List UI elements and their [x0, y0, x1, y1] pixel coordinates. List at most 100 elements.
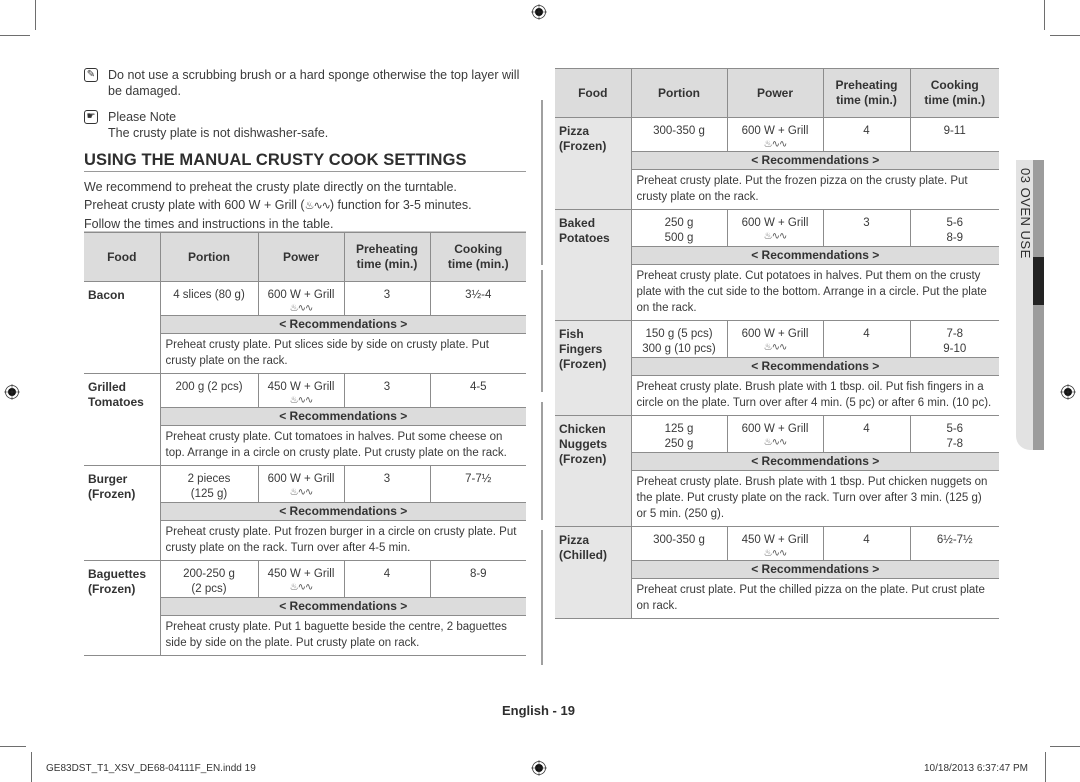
header-preheating: Preheating time (min.)	[822, 68, 910, 118]
portion-cell: 150 g (5 pcs) 300 g (10 pcs)	[630, 320, 727, 358]
recommendations-text: Preheat crust plate. Put the chilled piz…	[630, 578, 999, 619]
portion-cell: 300-350 g	[630, 117, 727, 152]
power-cell: 450 W + Grill ♨∿∿	[257, 373, 344, 408]
table-row: Fish Fingers (Frozen) 150 g (5 pcs) 300 g (…	[555, 320, 999, 416]
preheat-cell: 4	[822, 415, 910, 453]
crop-mark	[31, 752, 32, 782]
grill-icon: ♨∿∿	[289, 303, 314, 314]
table-header-row: Food Portion Power Preheating time (min.)…	[555, 68, 999, 118]
intro-line: We recommend to preheat the crusty plate…	[84, 180, 457, 194]
grill-icon: ♨∿∿	[289, 395, 314, 406]
cooking-table-left: Food Portion Power Preheating time (min.)…	[84, 232, 526, 656]
crop-mark	[0, 746, 26, 747]
food-name: Pizza (Chilled)	[555, 526, 631, 619]
food-name: Baked Potatoes	[555, 209, 631, 321]
grill-icon: ♨∿∿	[763, 139, 788, 150]
warning-note-text: Do not use a scrubbing brush or a hard s…	[108, 68, 520, 98]
page-number: English - 19	[502, 703, 575, 718]
preheat-cell: 3	[343, 281, 430, 316]
please-note-text: The crusty plate is not dishwasher-safe.	[108, 126, 329, 140]
table-row: Pizza (Chilled) 300-350 g 450 W + Grill ♨∿…	[555, 526, 999, 619]
preheat-cell: 3	[822, 209, 910, 247]
table-row: Baguettes (Frozen) 200-250 g (2 pcs) 450 W…	[84, 560, 526, 656]
food-name: Bacon	[84, 281, 160, 374]
cooking-cell: 5-6 8-9	[909, 209, 999, 247]
recommendations-text: Preheat crusty plate. Cut tomatoes in ha…	[159, 425, 526, 466]
table-row: Bacon 4 slices (80 g) 600 W + Grill ♨∿∿ 3…	[84, 281, 526, 374]
header-power: Power	[726, 68, 823, 118]
food-name: Grilled Tomatoes	[84, 373, 160, 466]
header-cooking: Cooking time (min.)	[909, 68, 999, 118]
table-row: Baked Potatoes 250 g 500 g 600 W + Grill ♨∿…	[555, 209, 999, 321]
recommendations-label: < Recommendations >	[159, 597, 526, 616]
recommendations-label: < Recommendations >	[159, 315, 526, 334]
portion-cell: 200 g (2 pcs)	[159, 373, 258, 408]
food-name: Burger (Frozen)	[84, 465, 160, 561]
grill-icon: ♨∿∿	[763, 548, 788, 559]
power-cell: 600 W + Grill ♨∿∿	[726, 117, 823, 152]
header-cooking: Cooking time (min.)	[429, 232, 526, 282]
grill-icon: ♨∿∿	[304, 200, 331, 212]
grill-icon: ♨∿∿	[289, 487, 314, 498]
preheat-cell: 3	[343, 373, 430, 408]
pointing-hand-icon: ☛	[84, 110, 98, 124]
table-header-row: Food Portion Power Preheating time (min.)…	[84, 232, 526, 282]
grill-icon: ♨∿∿	[763, 342, 788, 353]
recommendations-label: < Recommendations >	[159, 407, 526, 426]
power-cell: 450 W + Grill ♨∿∿	[726, 526, 823, 561]
cooking-table-right: Food Portion Power Preheating time (min.)…	[555, 68, 999, 619]
crop-mark	[1050, 746, 1080, 747]
recommendations-text: Preheat crusty plate. Put the frozen piz…	[630, 169, 999, 210]
power-cell: 600 W + Grill ♨∿∿	[726, 320, 823, 358]
preheat-cell: 3	[343, 465, 430, 503]
portion-cell: 250 g 500 g	[630, 209, 727, 247]
cooking-cell: 7-7½	[429, 465, 526, 503]
column-separator	[541, 530, 543, 665]
recommendations-text: Preheat crusty plate. Put frozen burger …	[159, 520, 526, 561]
cooking-cell: 9-11	[909, 117, 999, 152]
recommendations-label: < Recommendations >	[630, 246, 999, 265]
table-row: Chicken Nuggets (Frozen) 125 g 250 g 600 W …	[555, 415, 999, 527]
food-name: Chicken Nuggets (Frozen)	[555, 415, 631, 527]
please-note: ☛ Please Note The crusty plate is not di…	[84, 109, 529, 141]
cooking-cell: 4-5	[429, 373, 526, 408]
header-preheating: Preheating time (min.)	[343, 232, 430, 282]
registration-mark-icon	[531, 760, 547, 776]
chapter-tab-marker	[1033, 257, 1044, 305]
cooking-cell: 8-9	[429, 560, 526, 598]
portion-cell: 2 pieces (125 g)	[159, 465, 258, 503]
recommendations-label: < Recommendations >	[630, 357, 999, 376]
chapter-tab-label: 03 OVEN USE	[1018, 168, 1033, 259]
registration-mark-icon	[1060, 384, 1076, 400]
cooking-cell: 3½-4	[429, 281, 526, 316]
intro-line: Preheat crusty plate with 600 W + Grill …	[84, 198, 472, 212]
chapter-tab-bar	[1033, 160, 1044, 450]
table-row: Grilled Tomatoes 200 g (2 pcs) 450 W + Gr…	[84, 373, 526, 466]
crop-mark	[1044, 0, 1045, 30]
grill-icon: ♨∿∿	[763, 231, 788, 242]
header-portion: Portion	[630, 68, 727, 118]
note-pencil-icon: ✎	[84, 68, 98, 82]
section-intro: We recommend to preheat the crusty plate…	[84, 178, 534, 233]
cooking-cell: 6½-7½	[909, 526, 999, 561]
footer-file-name: GE83DST_T1_XSV_DE68-04111F_EN.indd 19	[46, 763, 256, 774]
registration-mark-icon	[4, 384, 20, 400]
header-food: Food	[555, 68, 631, 118]
column-separator	[541, 270, 543, 392]
power-cell: 600 W + Grill ♨∿∿	[257, 281, 344, 316]
portion-cell: 300-350 g	[630, 526, 727, 561]
preheat-cell: 4	[822, 526, 910, 561]
power-cell: 600 W + Grill ♨∿∿	[726, 209, 823, 247]
recommendations-text: Preheat crusty plate. Brush plate with 1…	[630, 375, 999, 416]
column-separator	[541, 100, 543, 265]
crop-mark	[35, 0, 36, 30]
recommendations-text: Preheat crusty plate. Cut potatoes in ha…	[630, 264, 999, 321]
crop-mark	[1050, 35, 1080, 36]
preheat-cell: 4	[822, 320, 910, 358]
warning-note: ✎ Do not use a scrubbing brush or a hard…	[84, 67, 529, 99]
power-cell: 600 W + Grill ♨∿∿	[726, 415, 823, 453]
header-portion: Portion	[159, 232, 258, 282]
registration-mark-icon	[531, 4, 547, 20]
recommendations-text: Preheat crusty plate. Brush plate with 1…	[630, 470, 999, 527]
food-name: Fish Fingers (Frozen)	[555, 320, 631, 416]
